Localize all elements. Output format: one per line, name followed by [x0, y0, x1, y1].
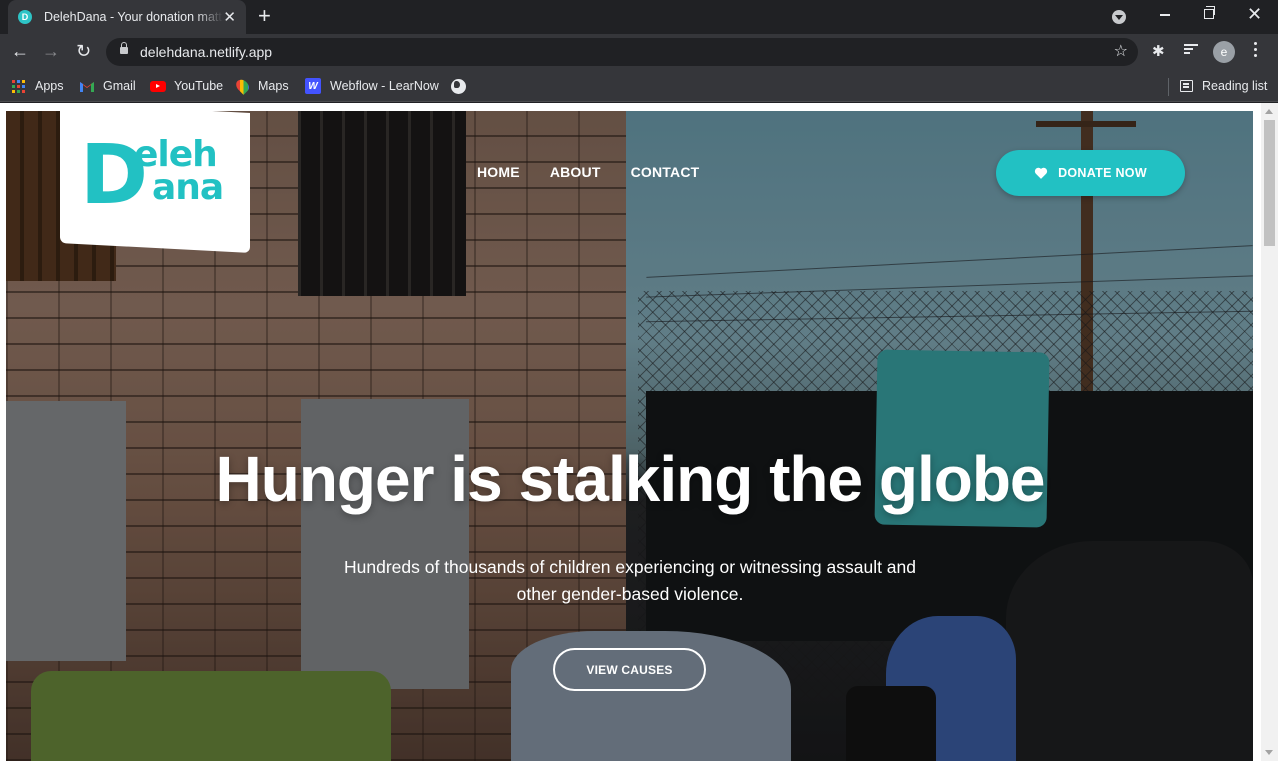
- bookmark-apps[interactable]: Apps: [12, 77, 64, 95]
- webflow-icon: W: [305, 78, 321, 94]
- scroll-up-arrow-icon[interactable]: [1265, 109, 1273, 114]
- bookmark-label: Webflow - LearNow: [330, 79, 439, 93]
- browser-tab[interactable]: D DelehDana - Your donation matters ✕: [8, 0, 246, 34]
- tab-search-icon[interactable]: [1112, 10, 1126, 24]
- new-tab-icon[interactable]: +: [258, 5, 271, 27]
- bookmark-maps[interactable]: Maps: [233, 77, 289, 95]
- browser-toolbar: ← → ↻ delehdana.netlify.app ☆ ✱ e: [0, 34, 1278, 70]
- forward-arrow-icon[interactable]: →: [42, 40, 60, 62]
- youtube-icon: [150, 80, 166, 92]
- bookmark-globe[interactable]: [451, 77, 466, 95]
- bookmark-star-icon[interactable]: ☆: [1114, 41, 1128, 61]
- maps-pin-icon: [233, 77, 252, 95]
- donate-now-button[interactable]: DONATE NOW: [996, 150, 1185, 196]
- apps-grid-icon: [12, 79, 25, 93]
- tab-title: DelehDana - Your donation matters: [43, 10, 224, 24]
- main-nav: HOME ABOUT CONTACT: [477, 164, 729, 180]
- url-text[interactable]: delehdana.netlify.app: [140, 44, 272, 60]
- profile-avatar[interactable]: e: [1213, 41, 1235, 63]
- reading-list-label: Reading list: [1202, 79, 1268, 93]
- close-window-icon[interactable]: ✕: [1247, 4, 1262, 25]
- reload-icon[interactable]: ↻: [76, 40, 91, 62]
- nav-home[interactable]: HOME: [477, 164, 520, 180]
- extensions-puzzle-icon[interactable]: ✱: [1152, 42, 1165, 60]
- hero-subtitle: Hundreds of thousands of children experi…: [343, 557, 916, 604]
- bookmark-youtube[interactable]: YouTube: [150, 77, 223, 95]
- back-arrow-icon[interactable]: ←: [11, 40, 29, 62]
- bookmarks-divider: [1168, 78, 1169, 96]
- close-tab-icon[interactable]: ✕: [223, 8, 236, 26]
- tab-strip: D DelehDana - Your donation matters ✕ + …: [0, 0, 1278, 34]
- bookmarks-bar: Apps Gmail YouTube Maps W Webflow - Lear…: [0, 70, 1278, 102]
- bookmark-label: Apps: [35, 79, 64, 93]
- globe-icon: [451, 78, 466, 94]
- bookmark-gmail[interactable]: Gmail: [80, 77, 136, 95]
- nav-about[interactable]: ABOUT: [550, 164, 601, 180]
- scroll-down-arrow-icon[interactable]: [1265, 750, 1273, 755]
- bookmark-label: Gmail: [103, 79, 136, 93]
- scrollbar-thumb[interactable]: [1264, 120, 1275, 246]
- heart-icon: [1034, 167, 1048, 179]
- hero-title: Hunger is stalking the globe: [215, 443, 1046, 515]
- reading-list-button[interactable]: Reading list: [1180, 77, 1267, 95]
- site-favicon-icon: D: [18, 10, 32, 24]
- more-menu-icon[interactable]: [1254, 42, 1258, 60]
- lock-icon[interactable]: [120, 42, 128, 54]
- bookmark-label: YouTube: [174, 79, 224, 93]
- reading-list-icon: [1180, 80, 1193, 92]
- view-causes-button[interactable]: VIEW CAUSES: [553, 648, 706, 691]
- donate-label: DONATE NOW: [1058, 166, 1147, 180]
- restore-window-icon[interactable]: [1204, 6, 1215, 19]
- gmail-icon: [80, 81, 94, 92]
- logo-text-line2: ana: [152, 167, 224, 208]
- bookmark-label: Maps: [258, 79, 289, 93]
- bookmark-webflow[interactable]: W Webflow - LearNow: [305, 77, 439, 95]
- page-scrollbar[interactable]: [1261, 103, 1278, 761]
- address-bar[interactable]: delehdana.netlify.app ☆: [106, 38, 1138, 66]
- minimize-icon[interactable]: [1160, 14, 1170, 16]
- nav-contact[interactable]: CONTACT: [631, 164, 700, 180]
- media-control-icon[interactable]: [1184, 44, 1198, 56]
- site-logo[interactable]: D eleh ana: [80, 135, 240, 217]
